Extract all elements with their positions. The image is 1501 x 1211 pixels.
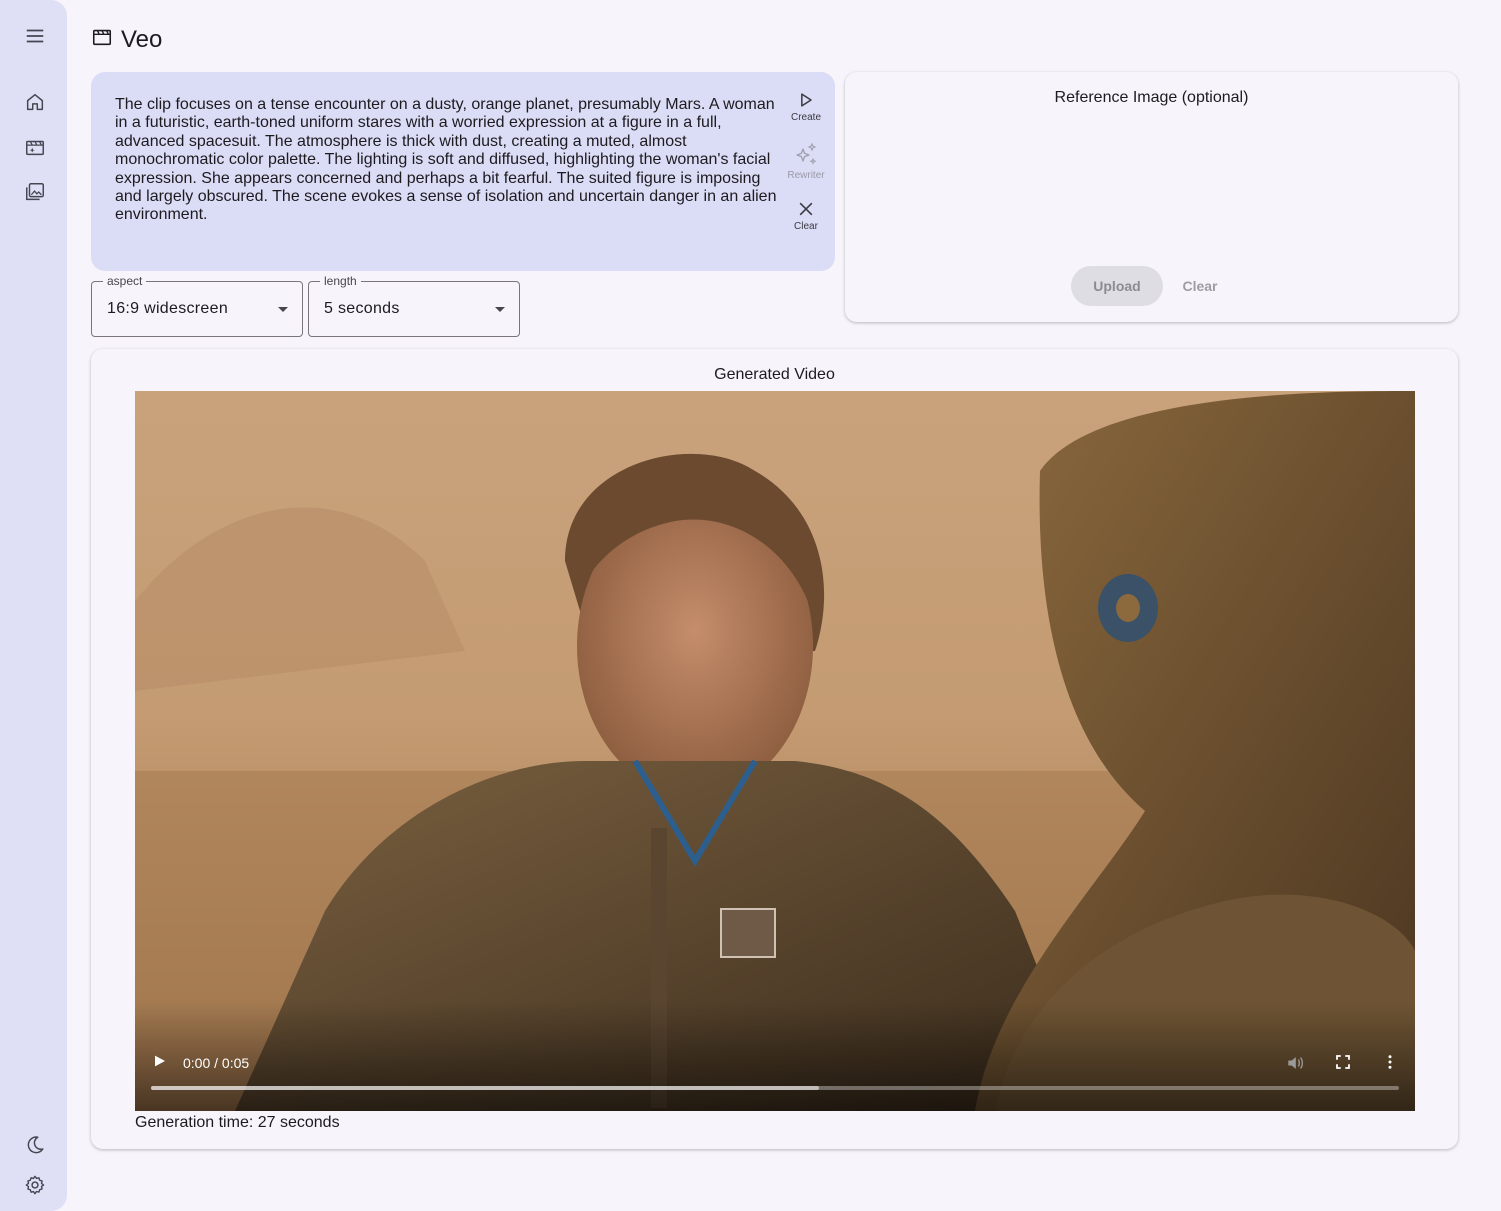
reference-image-title: Reference Image (optional) <box>1054 89 1249 106</box>
more-vert-icon <box>1388 1055 1392 1069</box>
play-button[interactable] <box>151 1053 167 1074</box>
dropdown-arrow-icon <box>495 307 505 312</box>
create-label: Create <box>790 112 821 123</box>
upload-button[interactable]: Upload <box>1071 266 1163 306</box>
play-icon <box>155 1055 165 1067</box>
close-icon <box>799 202 813 216</box>
clear-prompt-button[interactable]: Clear <box>781 199 831 232</box>
reference-image-card: Reference Image (optional) Upload Clear <box>845 72 1458 322</box>
aspect-select[interactable]: aspect 16:9 widescreen <box>91 274 303 337</box>
movie-icon <box>26 140 44 156</box>
video-time: 0:00 / 0:05 <box>183 1055 250 1071</box>
sidebar-item-library[interactable] <box>17 174 53 210</box>
create-button[interactable]: Create <box>781 90 831 123</box>
generation-time: Generation time: 27 seconds <box>135 1114 340 1131</box>
page-header: Veo <box>91 24 162 56</box>
aspect-select-label: aspect <box>103 274 147 288</box>
settings-icon <box>25 1175 45 1195</box>
generated-video-title: Generated Video <box>714 366 835 383</box>
sidebar-item-home[interactable] <box>17 84 53 120</box>
menu-button[interactable] <box>17 18 53 54</box>
volume-icon <box>1288 1057 1303 1069</box>
clear-label: Clear <box>794 221 818 232</box>
prompt-textarea[interactable]: The clip focuses on a tense encounter on… <box>115 96 789 225</box>
rewriter-button[interactable]: Rewriter <box>781 142 831 181</box>
volume-button[interactable] <box>1285 1053 1305 1078</box>
aspect-select-value: 16:9 widescreen <box>107 300 229 317</box>
theme-toggle-button[interactable] <box>17 1127 53 1163</box>
photo-library-icon <box>26 183 44 201</box>
length-select-label: length <box>320 274 361 288</box>
settings-button[interactable] <box>17 1167 53 1203</box>
more-options-button[interactable] <box>1381 1053 1399 1076</box>
generated-video-card: Generated Video 0:00 / 0:05 Generation t… <box>91 349 1458 1149</box>
fullscreen-icon <box>1336 1055 1350 1069</box>
fullscreen-button[interactable] <box>1334 1053 1352 1076</box>
prompt-card: The clip focuses on a tense encounter on… <box>91 72 835 271</box>
movie-icon <box>92 29 112 46</box>
play-arrow-icon <box>801 93 812 107</box>
length-select[interactable]: length 5 seconds <box>308 274 520 337</box>
dark-mode-icon <box>27 1136 44 1154</box>
home-icon <box>26 93 44 111</box>
length-select-value: 5 seconds <box>324 300 400 317</box>
sidebar <box>0 0 67 1211</box>
dropdown-arrow-icon <box>278 307 288 312</box>
video-player[interactable]: 0:00 / 0:05 <box>135 391 1415 1111</box>
clear-reference-button[interactable]: Clear <box>1173 266 1227 306</box>
sidebar-item-veo[interactable] <box>17 129 53 165</box>
video-progress-bar[interactable] <box>151 1086 1399 1090</box>
controls-overlay <box>135 1001 1415 1111</box>
video-progress-fill <box>151 1086 819 1090</box>
sparkle-icon <box>796 142 817 165</box>
page-title: Veo <box>121 26 163 53</box>
rewriter-label: Rewriter <box>787 170 825 181</box>
menu-icon <box>26 29 44 43</box>
